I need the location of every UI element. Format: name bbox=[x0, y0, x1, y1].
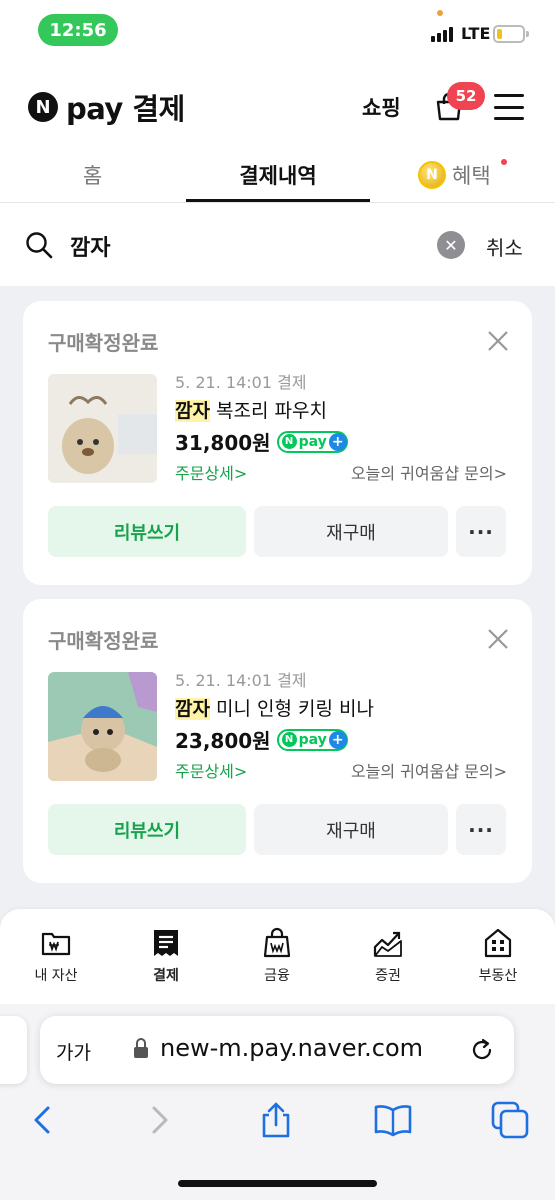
product-name[interactable]: 깜자 복조리 파우치 bbox=[175, 396, 327, 423]
share-icon[interactable] bbox=[256, 1100, 296, 1140]
lock-icon bbox=[134, 1038, 148, 1058]
product-thumbnail[interactable] bbox=[48, 374, 157, 483]
rebuy-button[interactable]: 재구매 bbox=[254, 804, 448, 855]
money-bag-icon bbox=[263, 927, 291, 958]
building-icon bbox=[484, 928, 512, 958]
product-price: 31,800원 bbox=[175, 431, 271, 455]
cancel-search-button[interactable]: 취소 bbox=[486, 232, 523, 261]
browser-toolbar: 가가 new-m.pay.naver.com bbox=[0, 1004, 555, 1200]
nav-payment[interactable]: 결제 bbox=[121, 927, 211, 985]
close-icon[interactable] bbox=[486, 627, 510, 651]
home-indicator bbox=[178, 1180, 377, 1187]
product-thumbnail[interactable] bbox=[48, 672, 157, 781]
tab-home[interactable]: 홈 bbox=[70, 160, 115, 190]
more-options-button[interactable]: ··· bbox=[456, 804, 506, 855]
status-time: 12:56 bbox=[38, 14, 118, 46]
product-name-rest: 미니 인형 키링 비나 bbox=[209, 698, 374, 720]
order-detail-link[interactable]: 주문상세> bbox=[175, 758, 247, 782]
search-input[interactable]: 깜자 bbox=[70, 230, 110, 262]
reload-icon[interactable] bbox=[468, 1036, 496, 1064]
order-status: 구매확정완료 bbox=[48, 629, 159, 653]
previous-tab-peek[interactable] bbox=[0, 1016, 27, 1084]
order-detail-link-label: 주문상세 bbox=[175, 762, 234, 781]
npay-badge-text: pay bbox=[298, 433, 327, 450]
price-row: 23,800원 Npay + bbox=[175, 725, 348, 754]
product-price: 23,800원 bbox=[175, 729, 271, 753]
hamburger-menu-icon[interactable] bbox=[494, 94, 524, 120]
nav-label: 내 자산 bbox=[34, 968, 78, 984]
chevron-right-icon: > bbox=[493, 762, 507, 781]
close-icon[interactable] bbox=[486, 329, 510, 353]
order-card: 구매확정완료 5. 21. 14:01 결제 깜자 미니 인형 키링 비나 23… bbox=[23, 599, 532, 883]
nav-finance[interactable]: 금융 bbox=[232, 927, 322, 985]
order-status: 구매확정완료 bbox=[48, 331, 159, 355]
shop-inquiry-link-label: 오늘의 귀여움샵 문의 bbox=[350, 464, 494, 483]
new-badge-dot bbox=[501, 159, 507, 165]
order-date: 5. 21. 14:01 결제 bbox=[175, 671, 307, 690]
chevron-right-icon: > bbox=[233, 464, 248, 483]
nav-real-estate[interactable]: 부동산 bbox=[453, 927, 543, 985]
forward-arrow-icon[interactable] bbox=[140, 1100, 180, 1140]
coin-icon: N bbox=[418, 161, 446, 189]
back-arrow-icon[interactable] bbox=[22, 1100, 62, 1140]
more-options-button[interactable]: ··· bbox=[456, 506, 506, 557]
tabs-icon[interactable] bbox=[490, 1100, 530, 1140]
rebuy-button[interactable]: 재구매 bbox=[254, 506, 448, 557]
order-date: 5. 21. 14:01 결제 bbox=[175, 373, 307, 392]
npay-badge-text: pay bbox=[298, 731, 327, 748]
text-size-button[interactable]: 가가 bbox=[56, 1038, 91, 1065]
signal-icon bbox=[431, 26, 453, 42]
battery-icon bbox=[493, 25, 529, 43]
receipt-icon bbox=[154, 930, 178, 956]
tab-payment-history[interactable]: 결제내역 bbox=[186, 160, 370, 190]
nav-securities[interactable]: 증권 bbox=[343, 927, 433, 985]
bookmarks-icon[interactable] bbox=[373, 1100, 413, 1140]
url-text[interactable]: new-m.pay.naver.com bbox=[160, 1034, 423, 1062]
shopping-link[interactable]: 쇼핑 bbox=[362, 92, 401, 122]
search-keyword-highlight: 깜자 bbox=[175, 400, 210, 422]
npay-badge-n-icon: N bbox=[281, 732, 297, 747]
shop-inquiry-link[interactable]: 오늘의 귀여움샵 문의> bbox=[351, 758, 507, 782]
nav-my-assets[interactable]: 내 자산 bbox=[11, 927, 101, 985]
npay-badge-n-icon: N bbox=[281, 434, 297, 449]
order-card: 구매확정완료 5. 21. 14:01 결제 깜자 복조리 파우치 31,800… bbox=[23, 301, 532, 585]
address-bar[interactable]: 가가 new-m.pay.naver.com bbox=[40, 1016, 514, 1084]
plus-icon: + bbox=[328, 730, 347, 749]
write-review-button[interactable]: 리뷰쓰기 bbox=[48, 506, 246, 557]
nav-label: 증권 bbox=[375, 968, 401, 984]
clear-search-icon[interactable]: ✕ bbox=[437, 231, 465, 259]
npay-logo-text[interactable]: pay 결제 bbox=[66, 86, 185, 128]
shop-inquiry-link[interactable]: 오늘의 귀여움샵 문의> bbox=[351, 460, 507, 484]
chevron-right-icon: > bbox=[493, 464, 507, 483]
order-detail-link-label: 주문상세 bbox=[175, 464, 234, 483]
product-name-rest: 복조리 파우치 bbox=[209, 400, 327, 422]
product-name[interactable]: 깜자 미니 인형 키링 비나 bbox=[175, 694, 374, 721]
search-keyword-highlight: 깜자 bbox=[175, 698, 210, 720]
chevron-right-icon: > bbox=[233, 762, 248, 781]
nav-label: 금융 bbox=[264, 968, 290, 984]
npay-plus-badge: Npay + bbox=[276, 430, 348, 453]
wallet-icon bbox=[41, 932, 71, 956]
npay-plus-badge: Npay + bbox=[276, 728, 348, 751]
price-row: 31,800원 Npay + bbox=[175, 427, 348, 456]
bottom-navigation: 내 자산 결제 금융 증권 부동산 bbox=[0, 909, 555, 1004]
network-label: LTE bbox=[461, 24, 491, 43]
nav-label: 부동산 bbox=[478, 968, 518, 984]
tabs-divider bbox=[0, 202, 555, 203]
tab-benefits-label: 혜택 bbox=[452, 164, 491, 188]
activity-indicator-dot bbox=[437, 10, 443, 16]
nav-label: 결제 bbox=[153, 968, 179, 984]
stock-chart-icon bbox=[373, 931, 402, 957]
write-review-button[interactable]: 리뷰쓰기 bbox=[48, 804, 246, 855]
cart-count-badge: 52 bbox=[447, 82, 485, 110]
search-icon[interactable] bbox=[24, 230, 54, 260]
npay-logo-mark[interactable]: N bbox=[28, 92, 58, 122]
plus-icon: + bbox=[328, 432, 347, 451]
shop-inquiry-link-label: 오늘의 귀여움샵 문의 bbox=[350, 762, 494, 781]
order-detail-link[interactable]: 주문상세> bbox=[175, 460, 247, 484]
